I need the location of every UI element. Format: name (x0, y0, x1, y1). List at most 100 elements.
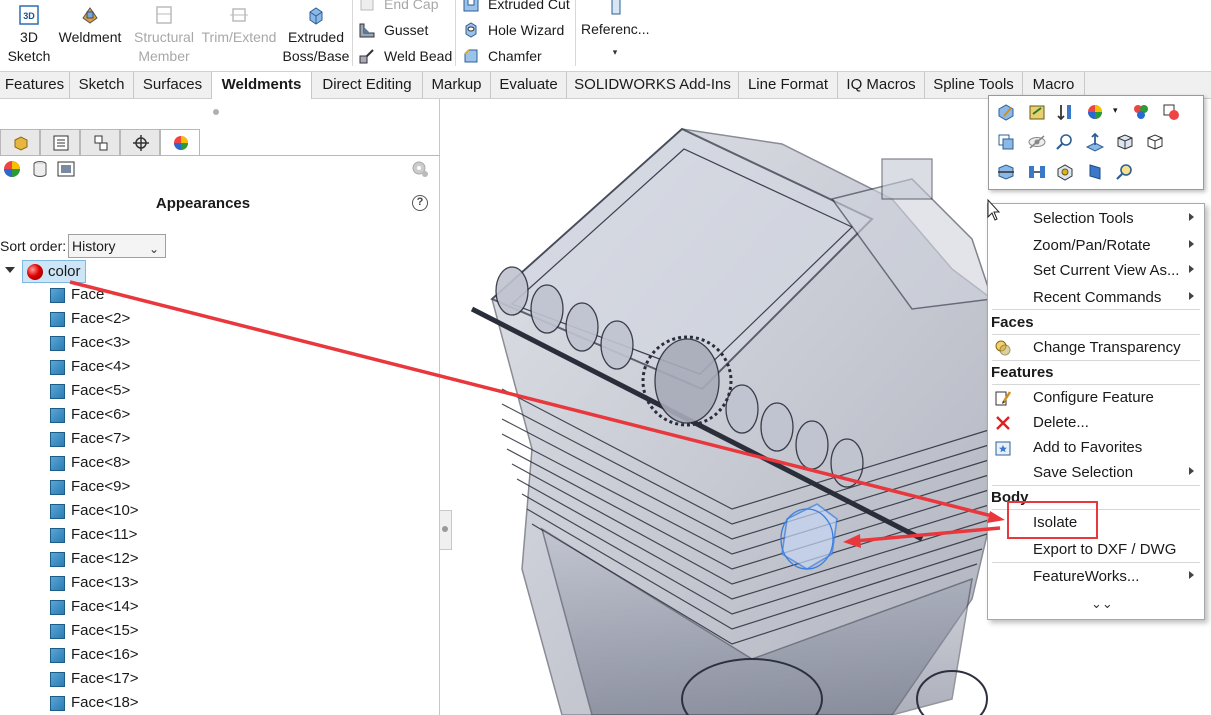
panel-collapse-handle[interactable] (440, 510, 452, 550)
edit-appearance-icon[interactable] (1131, 102, 1151, 122)
scenes-view-icon[interactable] (56, 159, 76, 179)
tab-markup[interactable]: Markup (423, 72, 491, 99)
tab-features[interactable]: Features (0, 72, 70, 99)
gusset-icon (359, 23, 375, 38)
tab-feature-manager[interactable] (0, 129, 40, 155)
tree-item-face[interactable]: Face<13> (0, 572, 300, 596)
face-icon (50, 432, 65, 447)
tab-display-manager[interactable] (160, 129, 200, 156)
tree-item-face[interactable]: Face<15> (0, 620, 300, 644)
end-cap-label: End Cap (384, 0, 439, 12)
tree-item-face[interactable]: Face<12> (0, 548, 300, 572)
menu-item-save-selection[interactable]: Save Selection (988, 461, 1204, 485)
tree-item-face[interactable]: Face<11> (0, 524, 300, 548)
normal-to-icon[interactable] (1085, 132, 1105, 152)
tree-item-face[interactable]: Face<2> (0, 308, 300, 332)
reference-dropdown-arrow[interactable]: ▾ (581, 43, 649, 62)
expand-menu-chevron-icon[interactable]: ⌄⌄ (1091, 596, 1113, 612)
face-icon (50, 576, 65, 591)
tree-item-face[interactable]: Face<18> (0, 692, 300, 715)
measure-icon[interactable] (996, 162, 1016, 182)
selected-body-icon[interactable] (996, 132, 1016, 152)
reference-geometry-button[interactable]: Referenc... ▾ (581, 0, 649, 62)
tab-surfaces[interactable]: Surfaces (134, 72, 212, 99)
face-icon (50, 456, 65, 471)
copy-appearance-icon[interactable] (1161, 102, 1181, 122)
rollback-icon[interactable] (1055, 102, 1075, 122)
collapse-triangle-icon[interactable] (5, 267, 15, 273)
hide-icon[interactable] (1027, 132, 1047, 152)
sort-order-select[interactable]: History ⌄ (68, 234, 166, 258)
3d-sketch-button[interactable]: 3D 3D Sketch (2, 2, 56, 66)
delete-icon (996, 416, 1010, 430)
appearance-dropdown-arrow[interactable]: ▾ (1113, 105, 1118, 116)
structural-member-button[interactable]: Structural Member (128, 2, 200, 66)
menu-item-add-to-favorites[interactable]: Add to Favorites (988, 436, 1204, 460)
weld-bead-button[interactable]: Weld Bead (358, 45, 452, 67)
tree-item-face[interactable]: Face<10> (0, 500, 300, 524)
edit-feature-icon[interactable] (996, 102, 1016, 122)
tree-item-face[interactable]: Face<7> (0, 428, 300, 452)
hole-wizard-label: Hole Wizard (488, 22, 565, 38)
tree-item-label: Face<8> (71, 454, 131, 471)
tree-root-selection[interactable]: color (22, 260, 86, 283)
decals-view-icon[interactable] (30, 159, 50, 179)
tab-configuration-manager[interactable] (80, 129, 120, 155)
search-icon[interactable] (1115, 162, 1135, 182)
appearance-icon[interactable] (1085, 102, 1105, 122)
hole-wizard-button[interactable]: Hole Wizard (462, 19, 564, 41)
tab-iq-macros[interactable]: IQ Macros (838, 72, 925, 99)
tree-item-face[interactable]: Face<3> (0, 332, 300, 356)
zoom-to-selection-icon[interactable] (1055, 132, 1075, 152)
appearances-view-icon[interactable] (2, 159, 22, 179)
menu-item-featureworks[interactable]: FeatureWorks... (988, 565, 1204, 589)
menu-header-features: Features (991, 364, 1054, 381)
panel-grip[interactable] (213, 109, 219, 115)
section-view-icon[interactable] (1027, 162, 1047, 182)
trim-extend-button[interactable]: Trim/Extend (200, 2, 278, 47)
tree-item-face[interactable]: Face (0, 284, 300, 308)
weldment-button[interactable]: Weldment (56, 2, 124, 47)
settings-gear-icon[interactable] (410, 159, 430, 179)
planar-surface-icon[interactable] (1085, 162, 1105, 182)
extruded-boss-base-button[interactable]: Extruded Boss/Base (280, 2, 352, 66)
chamfer-button[interactable]: Chamfer (462, 45, 542, 67)
isometric-view-icon[interactable] (1145, 132, 1165, 152)
menu-item-export-dxf-dwg[interactable]: Export to DXF / DWG (988, 538, 1204, 562)
tree-item-face[interactable]: Face<5> (0, 380, 300, 404)
tab-evaluate[interactable]: Evaluate (491, 72, 567, 99)
menu-item-selection-tools[interactable]: Selection Tools (988, 207, 1204, 231)
tab-solidworks-add-ins[interactable]: SOLIDWORKS Add-Ins (567, 72, 739, 99)
tab-sketch[interactable]: Sketch (70, 72, 134, 99)
extruded-cut-icon (463, 0, 479, 12)
tab-property-manager[interactable] (40, 129, 80, 155)
tree-item-face[interactable]: Face<6> (0, 404, 300, 428)
menu-item-recent-commands[interactable]: Recent Commands (988, 286, 1204, 310)
trim-extend-label: Trim/Extend (201, 29, 277, 45)
tree-item-face[interactable]: Face<4> (0, 356, 300, 380)
edit-sketch-icon[interactable] (1027, 102, 1047, 122)
view-orientation-icon[interactable] (1115, 132, 1135, 152)
tab-dimxpert-manager[interactable] (120, 129, 160, 155)
tab-direct-editing[interactable]: Direct Editing (312, 72, 423, 99)
tree-item-face[interactable]: Face<16> (0, 644, 300, 668)
menu-item-change-transparency[interactable]: Change Transparency (988, 336, 1204, 360)
menu-item-configure-feature[interactable]: Configure Feature (988, 386, 1204, 410)
end-cap-button[interactable]: End Cap (358, 0, 438, 15)
tree-item-face[interactable]: Face<17> (0, 668, 300, 692)
tree-item-face[interactable]: Face<14> (0, 596, 300, 620)
extruded-cut-button[interactable]: Extruded Cut (462, 0, 570, 15)
weldment-icon (82, 7, 98, 24)
tree-item-face[interactable]: Face<9> (0, 476, 300, 500)
tree-item-face[interactable]: Face<8> (0, 452, 300, 476)
mass-properties-icon[interactable] (1055, 162, 1075, 182)
menu-item-delete[interactable]: Delete... (988, 411, 1204, 435)
help-icon[interactable]: ? (412, 195, 428, 211)
menu-item-zoom-pan-rotate[interactable]: Zoom/Pan/Rotate (988, 234, 1204, 258)
gusset-button[interactable]: Gusset (358, 19, 428, 41)
menu-item-label: Add to Favorites (1033, 439, 1143, 456)
tab-weldments[interactable]: Weldments (211, 72, 312, 100)
tree-root-color[interactable]: color (0, 260, 300, 284)
menu-item-set-current-view[interactable]: Set Current View As... (988, 259, 1204, 283)
tab-line-format[interactable]: Line Format (739, 72, 838, 99)
